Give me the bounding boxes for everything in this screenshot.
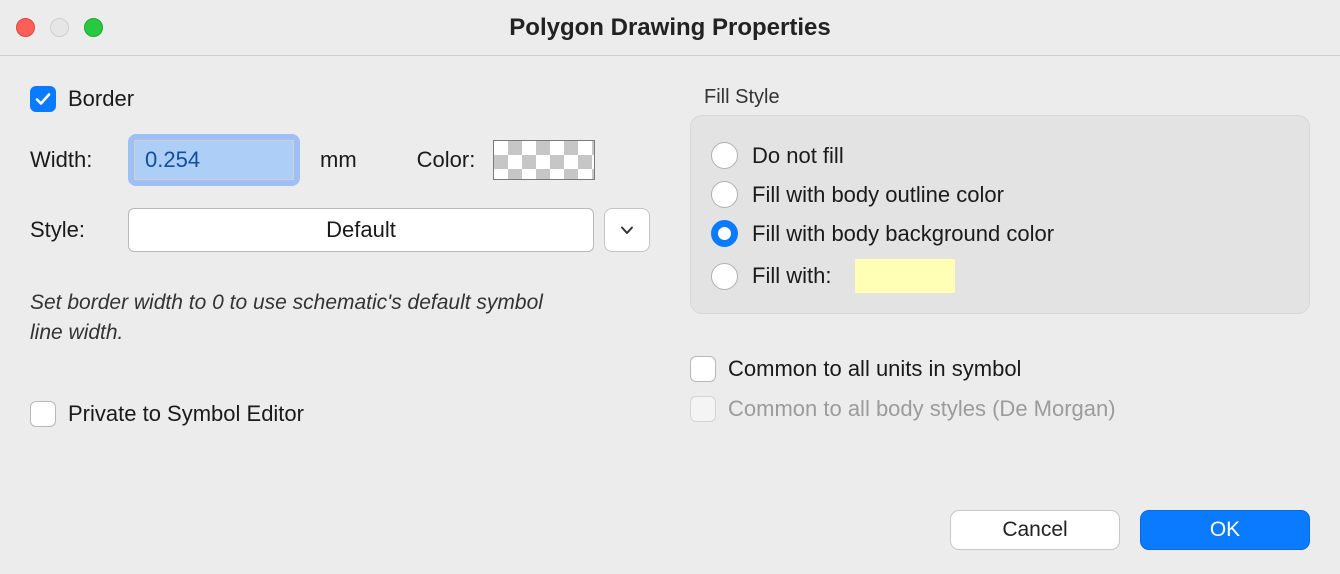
fill-none-label: Do not fill: [752, 143, 844, 169]
cancel-button-label: Cancel: [1002, 518, 1067, 542]
fill-custom-radio[interactable]: [711, 263, 738, 290]
fill-none-radio[interactable]: [711, 142, 738, 169]
minimize-icon: [50, 18, 69, 37]
fill-background-radio[interactable]: [711, 220, 738, 247]
ok-button-label: OK: [1210, 518, 1240, 542]
common-demorgan-label: Common to all body styles (De Morgan): [728, 396, 1116, 422]
dialog-footer: Cancel OK: [950, 510, 1310, 550]
style-label: Style:: [30, 217, 110, 243]
fill-custom-label: Fill with:: [752, 263, 831, 289]
border-checkbox-label: Border: [68, 86, 134, 112]
private-checkbox[interactable]: [30, 401, 56, 427]
width-input[interactable]: [134, 140, 294, 180]
fill-outline-label: Fill with body outline color: [752, 182, 1004, 208]
zoom-icon[interactable]: [84, 18, 103, 37]
window-titlebar: Polygon Drawing Properties: [0, 0, 1340, 56]
fill-custom-swatch[interactable]: [855, 259, 955, 293]
width-unit: mm: [320, 147, 357, 173]
common-demorgan-checkbox: [690, 396, 716, 422]
fill-background-label: Fill with body background color: [752, 221, 1054, 247]
width-field-wrap: [128, 134, 300, 186]
width-label: Width:: [30, 147, 110, 173]
border-checkbox[interactable]: [30, 86, 56, 112]
border-help-text: Set border width to 0 to use schematic's…: [30, 288, 580, 349]
window-title: Polygon Drawing Properties: [0, 14, 1340, 42]
border-checkbox-row: Border: [30, 86, 650, 112]
private-checkbox-label: Private to Symbol Editor: [68, 401, 304, 427]
style-select-value: Default: [326, 217, 396, 243]
fill-style-title: Fill Style: [704, 86, 1310, 109]
ok-button[interactable]: OK: [1140, 510, 1310, 550]
color-swatch[interactable]: [493, 140, 595, 180]
common-units-checkbox[interactable]: [690, 356, 716, 382]
close-icon[interactable]: [16, 18, 35, 37]
chevron-down-icon: [619, 222, 635, 238]
fill-style-group: Fill Style Do not fill Fill with body ou…: [690, 86, 1310, 314]
color-label: Color:: [417, 147, 476, 173]
traffic-lights: [16, 18, 103, 37]
private-checkbox-row: Private to Symbol Editor: [30, 401, 650, 427]
style-select[interactable]: Default: [128, 208, 594, 252]
style-dropdown-button[interactable]: [604, 208, 650, 252]
fill-outline-radio[interactable]: [711, 181, 738, 208]
common-units-label: Common to all units in symbol: [728, 356, 1021, 382]
cancel-button[interactable]: Cancel: [950, 510, 1120, 550]
